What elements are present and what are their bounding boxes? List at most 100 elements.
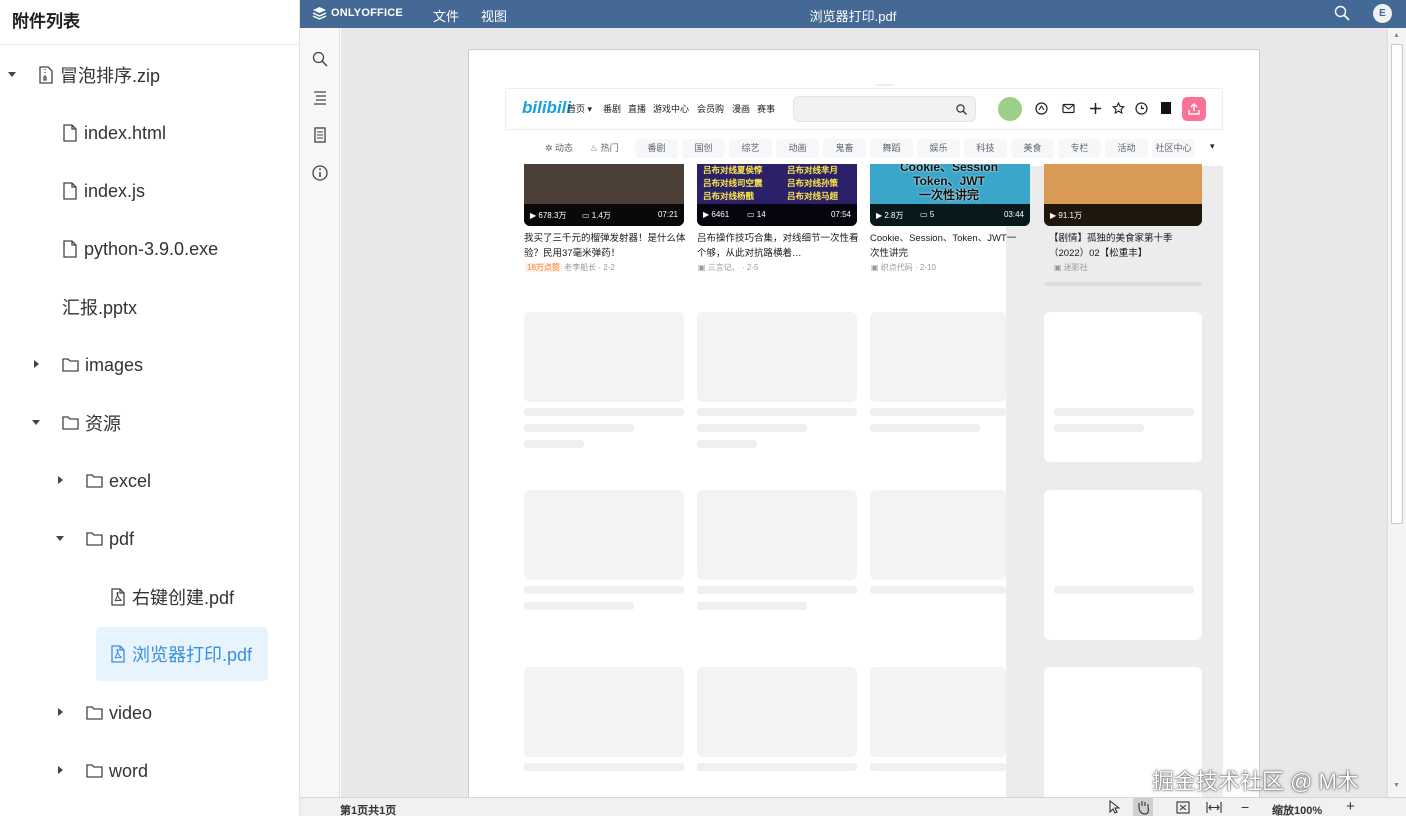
channel-chip: 舞蹈 <box>870 139 913 158</box>
tree-item-label: python-3.9.0.exe <box>84 238 219 259</box>
status-bar: 第1页共1页 − 缩放100% + <box>300 797 1406 817</box>
danmaku-count: ▭ 1.4万 <box>582 211 611 220</box>
chevron-right-icon[interactable] <box>58 476 63 484</box>
like-badge: 18万点赞 <box>525 263 562 272</box>
author: 迷影社 <box>1063 263 1088 272</box>
channel-chip: 动画 <box>776 139 819 158</box>
views-value: 6461 <box>711 210 730 219</box>
video-stats-bar: ▶ 91.1万 <box>1044 204 1202 226</box>
channel-chip: 番剧 <box>635 139 678 158</box>
chevron-down-icon[interactable] <box>32 420 40 425</box>
scroll-down-icon[interactable]: ▼ <box>1393 782 1400 789</box>
zoom-out-button[interactable]: − <box>1241 799 1249 815</box>
scroll-thumb[interactable] <box>1391 44 1403 524</box>
bili-nav-item: 游戏中心 <box>653 104 690 114</box>
brand-name: ONLYOFFICE <box>331 7 403 19</box>
chevron-down-icon[interactable] <box>8 72 16 77</box>
tree-item-index-html[interactable]: index.html <box>62 106 166 160</box>
video-meta: ▣ 织点代码 · 2-10 <box>871 263 936 272</box>
info-icon[interactable] <box>311 164 329 182</box>
video-thumbnail: ▶ 91.1万 <box>1044 164 1202 226</box>
tree-item-pptx[interactable]: 汇报.pptx <box>62 280 137 334</box>
tree-item-word[interactable]: word <box>86 744 148 798</box>
scroll-up-icon[interactable]: ▲ <box>1393 32 1400 39</box>
fit-page-icon[interactable] <box>1176 801 1190 814</box>
user-avatar[interactable]: E <box>1373 4 1392 23</box>
outline-icon[interactable] <box>311 88 329 106</box>
tree-item-label: 汇报.pptx <box>62 298 138 318</box>
menu-file[interactable]: 文件 <box>433 6 459 25</box>
tree-item-right-click-pdf[interactable]: 右键创建.pdf <box>110 570 234 624</box>
chevron-down-icon: ▾ <box>1210 141 1215 151</box>
search-icon[interactable] <box>1334 5 1350 21</box>
tree-item-pdf-folder[interactable]: pdf <box>86 512 134 566</box>
tree-item-python-exe[interactable]: python-3.9.0.exe <box>62 222 218 276</box>
document-canvas[interactable]: bilibili 首页 ▾ 番剧 直播 游戏中心 会员购 漫画 赛事 ✲ 动态 … <box>341 28 1387 797</box>
onlyoffice-logo[interactable]: ONLYOFFICE <box>312 6 403 20</box>
zoom-in-button[interactable]: + <box>1346 798 1355 815</box>
tree-item-label: pdf <box>109 528 135 549</box>
vertical-scrollbar[interactable]: ▲ ▼ <box>1387 28 1406 797</box>
channel-chip: 活动 <box>1105 139 1148 158</box>
hand-icon <box>1138 801 1149 815</box>
tree-item-index-js[interactable]: index.js <box>62 164 145 218</box>
video-stats-bar: ▶ 6461 ▭ 14 07:54 <box>697 204 857 226</box>
file-icon <box>63 124 77 142</box>
bili-nav-item: 漫画 <box>732 104 751 114</box>
hand-tool-button[interactable] <box>1133 798 1153 816</box>
skeleton-line <box>697 408 857 416</box>
tree-item-zip[interactable]: 冒泡排序.zip <box>38 48 160 102</box>
channel-hot: ♨ 热门 <box>590 143 619 153</box>
history-icon <box>1135 102 1148 115</box>
tree-item-resources[interactable]: 资源 <box>62 396 121 450</box>
duration: 03:44 <box>1003 210 1024 219</box>
skeleton-card <box>524 490 684 580</box>
skeleton-line <box>1054 586 1194 594</box>
bili-nav-item: 番剧 <box>603 104 622 114</box>
thumbnail-caption: Cookie、Session Token、JWT 一次性讲完 <box>900 164 998 202</box>
watermark: 掘金技术社区 @ M木 <box>1152 769 1359 794</box>
chevron-right-icon[interactable] <box>34 360 39 368</box>
skeleton-card <box>697 667 857 757</box>
author: 织点代码 <box>880 263 913 272</box>
date: 2-2 <box>603 263 615 272</box>
channel-chip: 国创 <box>682 139 725 158</box>
caption-line: 吕布对线司空震 <box>703 178 763 188</box>
thumbnails-icon[interactable] <box>311 126 329 144</box>
caption-line: 吕布对线芈月 <box>787 165 839 175</box>
author: 三言记、 <box>707 263 740 272</box>
pdf-file-icon <box>111 588 125 606</box>
fit-width-icon[interactable] <box>1206 801 1222 814</box>
duration: 07:21 <box>657 210 678 219</box>
video-title: 我买了三千元的榴弹发射器！是什么体验？民用37毫米弹药！ <box>524 233 686 259</box>
search-icon[interactable] <box>311 50 329 68</box>
bili-nav-item: 赛事 <box>757 104 776 114</box>
views-value: 2.8万 <box>884 211 904 220</box>
video-thumbnail: 吕布对线夏侯惇 吕布对线司空震 吕布对线杨戬 吕布对线芈月 吕布对线孙策 吕布对线马超 … <box>697 164 857 226</box>
chevron-right-icon[interactable] <box>58 766 63 774</box>
tree-item-video[interactable]: video <box>86 686 152 740</box>
duration: 07:54 <box>830 210 851 219</box>
chevron-down-icon[interactable] <box>56 536 64 541</box>
tree-item-images[interactable]: images <box>62 338 143 392</box>
tree-item-excel[interactable]: excel <box>86 454 151 508</box>
file-icon <box>63 240 77 258</box>
skeleton-line <box>524 763 684 771</box>
skeleton-card <box>1044 490 1202 640</box>
views-count: ▶ 6461 <box>703 210 730 219</box>
views-count: ▶ 2.8万 <box>876 211 904 220</box>
menu-view[interactable]: 视图 <box>481 6 507 25</box>
tree-item-browser-print-pdf[interactable]: 浏览器打印.pdf <box>96 627 268 681</box>
skeleton-line <box>870 586 1006 594</box>
skeleton-line <box>524 602 634 610</box>
bili-nav-item: 会员购 <box>697 104 725 114</box>
skeleton-card <box>697 312 857 402</box>
bili-nav-item: 直播 <box>628 104 647 114</box>
chevron-right-icon[interactable] <box>58 708 63 716</box>
search-icon <box>956 104 967 115</box>
select-cursor-icon[interactable] <box>1108 800 1120 814</box>
channel-chip: 鬼畜 <box>823 139 866 158</box>
skeleton-line <box>1054 424 1144 432</box>
channel-dynamic: ✲ 动态 <box>545 143 574 153</box>
mail-icon <box>1062 103 1075 114</box>
